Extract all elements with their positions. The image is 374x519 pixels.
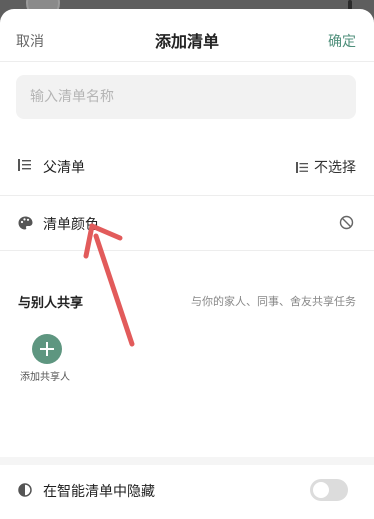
annotation-arrow [83,223,135,347]
screen: 取消 添加清单 确定 父清单 不选择 [0,0,374,519]
